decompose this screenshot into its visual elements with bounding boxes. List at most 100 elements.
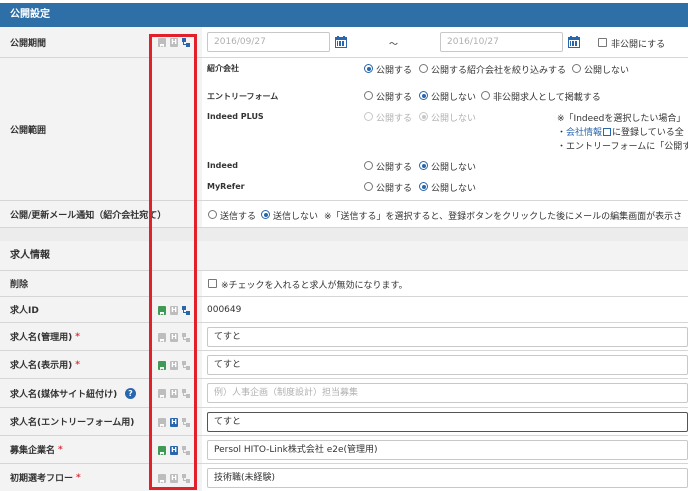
company-name-row: 募集企業名 * H Persol HITO-Link株式会社 e2e(管理用) — [0, 436, 688, 464]
private-checkbox[interactable] — [598, 38, 607, 47]
entry-form-label: エントリーフォーム — [207, 92, 279, 101]
indeed-plus-hide-radio[interactable] — [419, 112, 428, 121]
entry-publish-radio[interactable] — [364, 91, 373, 100]
h-icon: H — [170, 418, 178, 427]
indeed-plus-note-2: ・会社情報 に登録している全 — [557, 128, 684, 138]
icon-column: H — [150, 351, 202, 378]
company-info-link[interactable]: 会社情報 — [566, 128, 602, 138]
indeed-plus-publish-label: 公開する — [376, 114, 413, 124]
myrefer-hide-label: 公開しない — [431, 184, 477, 194]
network-icon — [182, 306, 190, 315]
agency-publish-radio[interactable] — [364, 64, 373, 73]
calendar-icon[interactable] — [568, 36, 580, 48]
indeed-plus-publish-radio[interactable] — [364, 112, 373, 121]
mail-send-label: 送信する — [220, 212, 257, 222]
job-name-display-row: 求人名(表示用) * H てすと — [0, 351, 688, 379]
h-icon: H — [170, 389, 178, 398]
agency-hide-radio[interactable] — [572, 64, 581, 73]
network-icon — [182, 389, 190, 398]
h-icon: H — [170, 446, 178, 455]
selection-flow-row: 初期選考フロー * H 技術職(未経験) — [0, 464, 688, 491]
publish-period-label: 公開期間 — [0, 27, 150, 57]
job-name-display-label: 求人名(表示用) * — [0, 351, 150, 378]
agency-filter-label: 公開する紹介会社を絞り込みする — [431, 66, 567, 76]
publish-period-row: 公開期間 H 2016/09/27 〜 2016/10/27 非公開にする — [0, 27, 688, 58]
range-tilde: 〜 — [389, 40, 399, 50]
mail-nosend-radio[interactable] — [261, 210, 270, 219]
book-icon — [158, 306, 166, 315]
entry-private-radio[interactable] — [481, 91, 490, 100]
job-id-label: 求人ID — [0, 297, 150, 322]
delete-note: ※チェックを入れると求人が無効になります。 — [221, 281, 408, 291]
job-name-entry-input[interactable]: てすと — [207, 412, 688, 432]
job-name-admin-input[interactable]: てすと — [207, 327, 688, 347]
help-icon[interactable]: ? — [125, 388, 136, 399]
agency-filter-radio[interactable] — [419, 64, 428, 73]
h-icon: H — [170, 333, 178, 342]
indeed-plus-note-1: ※「Indeedを選択したい場合」 — [557, 114, 686, 124]
book-icon — [158, 361, 166, 370]
indeed-publish-label: 公開する — [376, 163, 413, 173]
job-name-display-input[interactable]: てすと — [207, 355, 688, 375]
selection-flow-label: 初期選考フロー * — [0, 464, 150, 491]
mail-notify-label: 公開/更新メール通知（紹介会社宛て） — [0, 201, 202, 227]
job-name-media-row: 求人名(媒体サイト紐付け) ? H 例）人事企画（制度設計）担当募集 — [0, 379, 688, 408]
h-icon: H — [170, 361, 178, 370]
myrefer-hide-radio[interactable] — [419, 182, 428, 191]
indeed-publish-radio[interactable] — [364, 161, 373, 170]
indeed-label: Indeed — [207, 161, 238, 170]
selection-flow-select[interactable]: 技術職(未経験) — [207, 468, 688, 488]
h-icon: H — [170, 38, 178, 47]
job-name-entry-row: 求人名(エントリーフォーム用) H てすと — [0, 408, 688, 436]
myrefer-publish-label: 公開する — [376, 184, 413, 194]
icon-column: H — [150, 436, 202, 463]
indeed-hide-radio[interactable] — [419, 161, 428, 170]
agency-publish-label: 公開する — [376, 66, 413, 76]
myrefer-publish-radio[interactable] — [364, 182, 373, 191]
icon-column — [150, 271, 202, 296]
icon-column: H — [150, 464, 202, 491]
job-id-row: 求人ID H 000649 — [0, 297, 688, 323]
icon-column — [150, 58, 202, 200]
job-id-value: 000649 — [207, 305, 242, 315]
book-icon — [158, 389, 166, 398]
company-name-select[interactable]: Persol HITO-Link株式会社 e2e(管理用) — [207, 440, 688, 460]
agency-label: 紹介会社 — [207, 64, 239, 73]
end-date-input[interactable]: 2016/10/27 — [440, 32, 563, 52]
indeed-hide-label: 公開しない — [431, 163, 477, 173]
entry-private-label: 非公開求人として掲載する — [493, 93, 601, 103]
job-name-entry-label: 求人名(エントリーフォーム用) — [0, 408, 150, 435]
book-icon — [158, 474, 166, 483]
network-icon — [182, 333, 190, 342]
job-name-admin-label: 求人名(管理用) * — [0, 323, 150, 350]
h-icon: H — [170, 306, 178, 315]
section-gap — [0, 228, 688, 241]
delete-checkbox[interactable] — [208, 279, 217, 288]
book-icon — [158, 333, 166, 342]
publish-scope-label: 公開範囲 — [0, 58, 150, 200]
mail-nosend-label: 送信しない — [273, 212, 319, 222]
start-date-input[interactable]: 2016/09/27 — [207, 32, 330, 52]
book-icon — [158, 38, 166, 47]
icon-column: H — [150, 297, 202, 322]
job-name-media-input[interactable]: 例）人事企画（制度設計）担当募集 — [207, 383, 688, 403]
icon-column: H — [150, 27, 202, 57]
job-info-header: 求人情報 — [0, 241, 688, 271]
calendar-icon[interactable] — [335, 36, 347, 48]
network-icon — [182, 361, 190, 370]
external-link-icon — [603, 128, 612, 136]
indeed-plus-note-3: ・エントリーフォームに「公開す — [557, 142, 688, 152]
icon-column: H — [150, 323, 202, 350]
entry-publish-label: 公開する — [376, 93, 413, 103]
entry-hide-label: 公開しない — [431, 93, 477, 103]
h-icon: H — [170, 474, 178, 483]
entry-hide-radio[interactable] — [419, 91, 428, 100]
publish-settings-header: 公開設定 — [0, 3, 688, 27]
mail-send-radio[interactable] — [208, 210, 217, 219]
myrefer-label: MyRefer — [207, 182, 245, 191]
private-label: 非公開にする — [611, 40, 666, 50]
mail-note: ※「送信する」を選択すると、登録ボタンをクリックした後にメールの編集画面が表示さ — [324, 212, 683, 222]
indeed-plus-hide-label: 公開しない — [431, 114, 477, 124]
network-icon — [182, 446, 190, 455]
icon-column: H — [150, 408, 202, 435]
